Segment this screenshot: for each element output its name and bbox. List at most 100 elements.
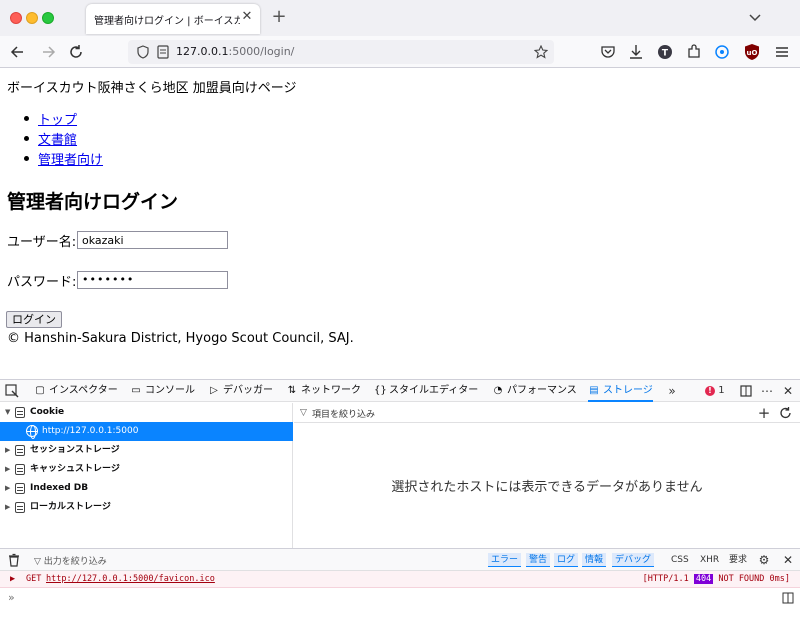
more-tabs-icon[interactable]: » — [664, 383, 680, 399]
requests-toggle[interactable]: 要求 — [726, 553, 750, 567]
storage-tree: ▼ Cookie http://127.0.0.1:5000 ▶ セッションストレー… — [0, 403, 293, 548]
tab-debugger[interactable]: ▷ デバッガー — [208, 380, 273, 402]
console-log-entry[interactable]: ▶ GET http://127.0.0.1:5000/favicon.ico … — [0, 571, 800, 588]
tab-inspector[interactable]: ▢ インスペクター — [34, 380, 117, 402]
database-icon — [15, 445, 25, 456]
database-icon — [15, 464, 25, 475]
page-title: 管理者向けログイン — [7, 191, 179, 213]
password-label: パスワード: — [7, 275, 77, 290]
tab-storage[interactable]: ▤ ストレージ — [588, 380, 653, 402]
error-count-badge[interactable]: ! 1 — [705, 385, 725, 396]
url-text: 127.0.0.1:5000/login/ — [176, 45, 295, 58]
console-settings-gear-icon[interactable]: ⚙ — [756, 552, 772, 568]
page-content: ボーイスカウト阪神さくら地区 加盟員向けページ トップ 文書館 管理者向け 管理… — [0, 69, 800, 379]
close-devtools-icon[interactable]: ✕ — [780, 383, 796, 399]
storage-filter-input[interactable]: 項目を絞り込み — [312, 407, 375, 420]
bookmark-star-icon[interactable] — [534, 45, 548, 59]
window-minimize-button[interactable] — [26, 12, 38, 24]
error-icon: ! — [705, 386, 715, 396]
element-picker-icon[interactable] — [4, 383, 20, 399]
tab-close-icon[interactable]: ✕ — [240, 10, 254, 24]
tab-style-editor[interactable]: {} スタイルエディター — [374, 380, 478, 402]
inspector-icon: ▢ — [35, 385, 45, 396]
collapsed-arrow-icon: ▶ — [5, 484, 11, 492]
password-input[interactable]: ••••••• — [77, 271, 228, 289]
console-toolbar: ▽ 出力を絞り込み エラー 警告 ログ 情報 デバッグ CSS XHR 要求 ⚙… — [0, 549, 800, 571]
navigation-toolbar: 127.0.0.1:5000/login/ T uO — [0, 36, 800, 68]
overflow-menu-icon[interactable]: ⋯ — [759, 383, 775, 399]
reload-icon[interactable] — [66, 42, 86, 62]
download-icon[interactable] — [626, 42, 646, 62]
extensions-icon[interactable] — [684, 42, 704, 62]
site-nav: トップ 文書館 管理者向け — [24, 109, 103, 169]
console-filter-input[interactable]: ▽ 出力を絞り込み — [34, 554, 107, 567]
nav-item-top: トップ — [24, 109, 103, 129]
login-button[interactable]: ログイン — [6, 311, 62, 328]
account-avatar-icon[interactable]: T — [655, 42, 675, 62]
shield-icon[interactable] — [136, 45, 150, 59]
filter-icon: ▽ — [300, 408, 307, 418]
tab-performance[interactable]: ◔ パフォーマンス — [492, 380, 577, 402]
xhr-toggle[interactable]: XHR — [697, 553, 722, 567]
level-debug-toggle[interactable]: デバッグ — [612, 553, 655, 567]
database-icon — [15, 502, 25, 513]
network-icon: ⇅ — [287, 385, 297, 396]
database-icon — [15, 483, 25, 494]
expanded-arrow-icon: ▼ — [5, 408, 11, 416]
chevron-down-icon[interactable] — [748, 10, 762, 24]
nav-link-admin[interactable]: 管理者向け — [38, 153, 103, 168]
browser-tab[interactable]: 管理者向けログイン | ボーイスカウト阪神 ✕ — [86, 4, 260, 34]
empty-state-message: 選択されたホストには表示できるデータがありません — [391, 480, 703, 495]
pocket-icon[interactable] — [598, 42, 618, 62]
tab-strip: 管理者向けログイン | ボーイスカウト阪神 ✕ + — [0, 0, 800, 36]
page-info-icon[interactable] — [156, 45, 170, 59]
tree-item-cache-storage[interactable]: ▶ キャッシュストレージ — [0, 460, 293, 479]
storage-icon: ▤ — [589, 385, 599, 396]
console-icon: ▭ — [131, 385, 141, 396]
window-maximize-button[interactable] — [42, 12, 54, 24]
window-close-button[interactable] — [10, 12, 22, 24]
globe-icon — [26, 425, 38, 439]
expand-arrow-icon[interactable]: ▶ — [10, 571, 15, 588]
log-status: [HTTP/1.1 404 NOT FOUND 0ms] — [642, 574, 790, 584]
log-url[interactable]: http://127.0.0.1:5000/favicon.ico — [46, 571, 215, 588]
css-toggle[interactable]: CSS — [668, 553, 692, 567]
tab-console[interactable]: ▭ コンソール — [130, 380, 195, 402]
filter-icon: ▽ — [34, 557, 44, 567]
close-console-icon[interactable]: ✕ — [780, 552, 796, 568]
nav-link-top[interactable]: トップ — [38, 113, 77, 128]
refresh-icon[interactable] — [778, 405, 794, 421]
tab-network[interactable]: ⇅ ネットワーク — [286, 380, 361, 402]
debugger-icon: ▷ — [210, 385, 218, 396]
level-log-toggle[interactable]: ログ — [554, 553, 579, 567]
menu-icon[interactable] — [772, 42, 792, 62]
collapsed-arrow-icon: ▶ — [5, 503, 11, 511]
nav-item-archive: 文書館 — [24, 129, 103, 149]
trash-icon[interactable] — [6, 552, 22, 568]
level-info-toggle[interactable]: 情報 — [582, 553, 607, 567]
forward-icon[interactable] — [38, 42, 58, 62]
site-title: ボーイスカウト阪神さくら地区 加盟員向けページ — [7, 81, 297, 96]
devtools-toolbar: ▢ インスペクター ▭ コンソール ▷ デバッガー ⇅ ネットワーク {} スタイルエディ… — [0, 380, 800, 402]
console-input-prompt[interactable]: » — [8, 591, 15, 604]
editor-mode-icon[interactable] — [782, 592, 794, 604]
tree-item-host[interactable]: http://127.0.0.1:5000 — [0, 422, 293, 441]
tree-item-session-storage[interactable]: ▶ セッションストレージ — [0, 441, 293, 460]
level-error-toggle[interactable]: エラー — [488, 553, 522, 567]
level-warn-toggle[interactable]: 警告 — [526, 553, 551, 567]
sync-icon[interactable] — [712, 42, 732, 62]
add-item-icon[interactable]: + — [756, 405, 772, 421]
nav-link-archive[interactable]: 文書館 — [38, 133, 77, 148]
url-bar[interactable]: 127.0.0.1:5000/login/ — [128, 40, 554, 64]
tree-item-indexed-db[interactable]: ▶ Indexed DB — [0, 479, 293, 498]
tree-item-cookie[interactable]: ▼ Cookie — [0, 403, 293, 422]
username-input[interactable] — [77, 231, 228, 249]
svg-text:uO: uO — [747, 49, 758, 57]
new-tab-button[interactable]: + — [270, 8, 288, 26]
cookie-icon — [15, 407, 25, 418]
tree-item-local-storage[interactable]: ▶ ローカルストレージ — [0, 498, 293, 517]
back-icon[interactable] — [8, 42, 28, 62]
ublock-origin-icon[interactable]: uO — [742, 42, 762, 62]
storage-table-pane: ▽ 項目を絞り込み + 選択されたホストには表示できるデータがありません — [294, 403, 800, 548]
dock-icon[interactable] — [738, 383, 754, 399]
